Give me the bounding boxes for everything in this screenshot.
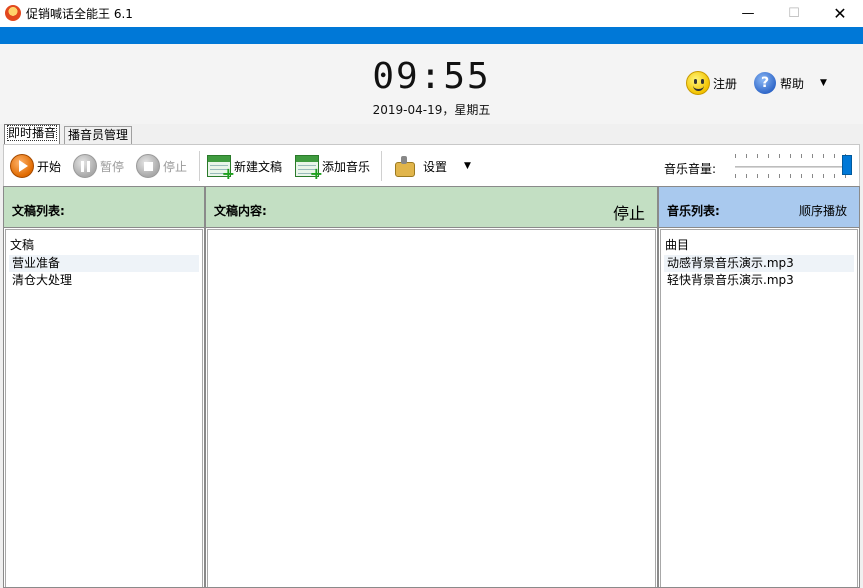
- settings-icon: [393, 155, 415, 177]
- slider-track: [735, 166, 852, 168]
- script-content-area[interactable]: [205, 228, 658, 588]
- script-column-header[interactable]: 文稿: [10, 236, 34, 253]
- play-mode-link[interactable]: 顺序播放: [799, 202, 847, 219]
- app-icon: [5, 5, 21, 21]
- start-label: 开始: [37, 159, 62, 174]
- window-title: 促销喊话全能王 6.1: [26, 7, 133, 21]
- list-item[interactable]: 营业准备: [9, 255, 199, 272]
- script-list-header: 文稿列表:: [3, 186, 205, 228]
- tab-announcer-management[interactable]: 播音员管理: [64, 126, 133, 144]
- add-music-icon: [295, 155, 323, 183]
- add-music-button[interactable]: 添加音乐: [295, 153, 371, 183]
- accent-bar: [0, 27, 863, 44]
- new-script-button[interactable]: 新建文稿: [207, 153, 283, 183]
- clock-date: 2019-04-19，星期五: [372, 103, 491, 117]
- stop-label: 停止: [163, 159, 188, 174]
- pause-icon: [73, 154, 97, 178]
- register-label: 注册: [713, 76, 738, 91]
- add-music-label: 添加音乐: [322, 159, 371, 174]
- script-content-title: 文稿内容:: [214, 204, 267, 218]
- list-frame: 曲目 动感背景音乐演示.mp3 轻快背景音乐演示.mp3: [660, 229, 858, 587]
- maximize-button[interactable]: ☐: [771, 0, 817, 27]
- track-column-header[interactable]: 曲目: [665, 236, 689, 253]
- list-item[interactable]: 轻快背景音乐演示.mp3: [664, 272, 854, 289]
- tab-label: 即时播音: [6, 125, 58, 141]
- start-button[interactable]: 开始: [10, 153, 61, 179]
- header: 09:55 2019-04-19，星期五 注册 ? 帮助 ▼: [0, 44, 863, 124]
- content-frame: [207, 229, 656, 587]
- help-icon: ?: [754, 72, 776, 94]
- stop-icon: [136, 154, 160, 178]
- toolbar: 开始 暂停 停止 新建文稿 添加音乐 设置 ▼ 音乐音量:: [3, 144, 860, 186]
- tab-live-broadcast[interactable]: 即时播音: [4, 124, 61, 144]
- script-list-title: 文稿列表:: [12, 204, 65, 218]
- divider: [199, 151, 200, 181]
- new-script-label: 新建文稿: [234, 159, 283, 174]
- tab-bar: 即时播音 播音员管理: [0, 124, 863, 144]
- settings-label: 设置: [423, 159, 448, 174]
- register-button[interactable]: 注册: [686, 71, 737, 95]
- volume-slider[interactable]: [735, 154, 852, 178]
- script-content-panel: 文稿内容: 停止: [205, 186, 658, 588]
- list-frame: 文稿 营业准备 清仓大处理: [5, 229, 203, 587]
- music-list[interactable]: 曲目 动感背景音乐演示.mp3 轻快背景音乐演示.mp3: [658, 228, 860, 588]
- title-bar: 促销喊话全能王 6.1 — ☐ ✕: [0, 0, 863, 27]
- music-list-panel: 音乐列表: 顺序播放 曲目 动感背景音乐演示.mp3 轻快背景音乐演示.mp3: [658, 186, 860, 588]
- slider-ticks: [735, 154, 852, 158]
- music-list-title: 音乐列表:: [667, 204, 720, 218]
- stop-button[interactable]: 停止: [136, 153, 187, 179]
- script-list-panel: 文稿列表: 文稿 营业准备 清仓大处理: [3, 186, 205, 588]
- chevron-down-icon[interactable]: ▼: [820, 78, 827, 88]
- divider: [381, 151, 382, 181]
- pause-button[interactable]: 暂停: [73, 153, 124, 179]
- volume-slider-thumb[interactable]: [842, 155, 852, 175]
- tab-label: 播音员管理: [68, 128, 129, 142]
- help-button[interactable]: ? 帮助 ▼: [754, 71, 827, 95]
- close-button[interactable]: ✕: [817, 0, 863, 27]
- smiley-icon: [686, 71, 710, 95]
- new-document-icon: [207, 155, 235, 183]
- volume-label: 音乐音量:: [664, 162, 717, 176]
- settings-button[interactable]: 设置 ▼: [393, 153, 471, 179]
- chevron-down-icon[interactable]: ▼: [464, 161, 471, 171]
- music-list-header: 音乐列表: 顺序播放: [658, 186, 860, 228]
- help-label: 帮助: [780, 76, 805, 91]
- list-item[interactable]: 动感背景音乐演示.mp3: [664, 255, 854, 272]
- list-item[interactable]: 清仓大处理: [9, 272, 199, 289]
- play-icon: [10, 154, 34, 178]
- slider-ticks: [735, 174, 852, 178]
- playback-status: 停止: [612, 204, 645, 223]
- script-list[interactable]: 文稿 营业准备 清仓大处理: [3, 228, 205, 588]
- script-content-header: 文稿内容: 停止: [205, 186, 658, 228]
- minimize-button[interactable]: —: [725, 0, 771, 27]
- pause-label: 暂停: [100, 159, 125, 174]
